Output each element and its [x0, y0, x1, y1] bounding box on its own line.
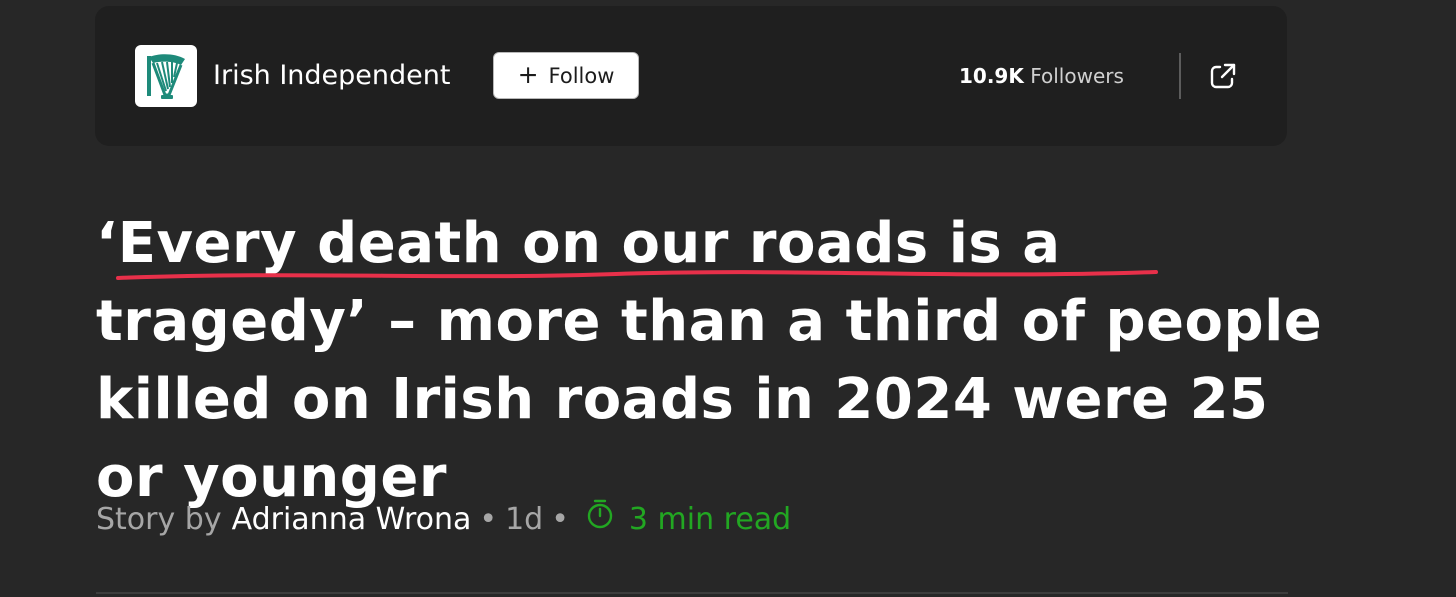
bottom-divider [96, 592, 1288, 594]
publisher-logo[interactable] [135, 45, 197, 107]
byline-prefix: Story by [96, 501, 222, 537]
follow-label: Follow [548, 63, 615, 88]
followers-number: 10.9K [959, 64, 1024, 88]
article-age: 1d [505, 501, 544, 537]
author-name[interactable]: Adrianna Wrona [232, 500, 472, 540]
open-external-button[interactable] [1207, 60, 1239, 92]
followers-label: Followers [1030, 64, 1124, 88]
underline-stroke [116, 270, 1158, 280]
divider [1179, 53, 1181, 99]
publisher-name[interactable]: Irish Independent [213, 58, 450, 94]
follow-button[interactable]: + Follow [493, 52, 639, 99]
article-headline[interactable]: ‘Every death on our roads is a tragedy’ … [96, 205, 1346, 517]
timer-icon [585, 498, 615, 541]
followers-count: 10.9K Followers [959, 63, 1124, 89]
separator-dot: • [479, 501, 498, 537]
harp-icon [147, 54, 185, 99]
plus-icon: + [517, 60, 539, 89]
read-time: 3 min read [628, 501, 792, 537]
byline: Story by Adrianna Wrona • 1d • 3 min rea… [96, 498, 791, 541]
red-underline-annotation [116, 270, 1158, 280]
external-link-icon [1210, 63, 1236, 89]
publisher-card: Irish Independent + Follow 10.9K Followe… [95, 6, 1287, 146]
separator-dot: • [551, 501, 569, 537]
